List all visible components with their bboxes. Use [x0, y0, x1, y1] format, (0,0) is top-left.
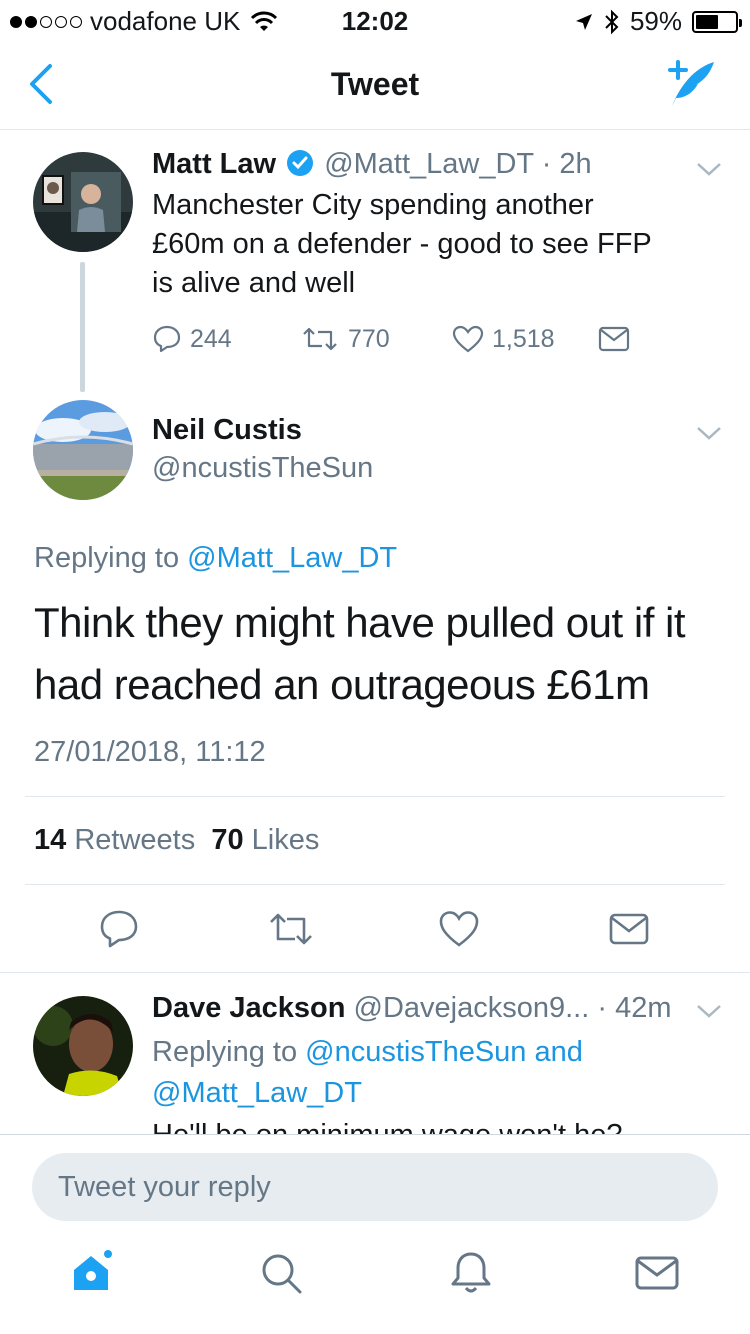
tweet-stats: 14 Retweets 70 Likes [34, 824, 319, 857]
likes-label: Likes [251, 824, 320, 856]
retweets-label: Retweets [74, 824, 196, 856]
author-name[interactable]: Dave Jackson [152, 992, 345, 1024]
retweet-count: 770 [348, 324, 390, 353]
replying-and: and [526, 1036, 583, 1068]
retweet-icon [303, 327, 337, 351]
location-arrow-icon [575, 13, 592, 30]
tab-bar [0, 1240, 750, 1334]
mention-link[interactable]: @Matt_Law_DT [187, 542, 397, 574]
retweets-stat[interactable]: 14 Retweets [34, 824, 195, 856]
author-handle[interactable]: @Matt_Law_DT [324, 148, 533, 180]
reply-count: 244 [190, 324, 232, 353]
bluetooth-icon [605, 9, 619, 34]
home-icon[interactable] [68, 1250, 114, 1296]
avatar-neil-custis[interactable] [33, 400, 133, 500]
reply-tweet-header: Dave Jackson @Davejackson9... · 42m [152, 992, 672, 1025]
navigation-bar: Tweet [0, 40, 750, 130]
main-tweet-text: Think they might have pulled out if it h… [34, 599, 686, 708]
avatar-image [33, 996, 133, 1096]
reply-icon[interactable] [98, 908, 140, 950]
avatar-dave-jackson[interactable] [33, 996, 133, 1096]
reply-tweet-replying-to: Replying to @ncustisTheSun and @Matt_Law… [152, 1032, 712, 1114]
likes-count: 70 [211, 824, 244, 856]
battery-icon [692, 10, 742, 33]
tweet-timestamp: 27/01/2018, 11:12 [34, 736, 266, 768]
main-tweet-name-row: Neil Custis [152, 414, 302, 447]
tweet-text-line: Manchester City spending another [152, 189, 594, 221]
author-handle[interactable]: @ncustisTheSun [152, 452, 373, 484]
main-tweet-actions [0, 900, 750, 960]
parent-tweet-header: Matt Law @Matt_Law_DT · 2h [152, 148, 592, 181]
divider [25, 884, 725, 885]
heart-icon [452, 325, 484, 353]
chevron-down-icon[interactable] [694, 160, 724, 180]
divider [0, 972, 750, 973]
tweet-text-line: is alive and well [152, 267, 356, 299]
parent-tweet-text: Manchester City spending another £60m on… [152, 186, 712, 303]
parent-tweet-actions: 244 770 1,518 [152, 322, 652, 362]
status-right: 59% [574, 6, 742, 37]
status-bar: vodafone UK 12:02 59% [0, 0, 750, 40]
retweets-count: 14 [34, 824, 67, 856]
retweet-icon[interactable] [266, 908, 316, 950]
avatar-matt-law[interactable] [33, 152, 133, 252]
search-icon[interactable] [258, 1250, 304, 1296]
replying-to-line: Replying to @Matt_Law_DT [34, 542, 397, 575]
tweet-time: · 42m [597, 992, 672, 1024]
direct-message-button[interactable] [598, 326, 630, 352]
reply-icon [153, 325, 181, 353]
chevron-down-icon[interactable] [694, 1002, 724, 1022]
verified-badge-icon [287, 150, 314, 176]
tweet-text-line: £60m on a defender - good to see FFP [152, 228, 652, 260]
tweet-reply-input[interactable] [32, 1153, 718, 1221]
messages-envelope-icon[interactable] [634, 1250, 680, 1296]
main-tweet-handle-row: @ncustisTheSun [152, 452, 373, 485]
envelope-icon[interactable] [608, 908, 650, 950]
envelope-icon [598, 326, 630, 352]
tweet-time: · 2h [541, 148, 592, 180]
replying-to-label: Replying to [152, 1036, 306, 1068]
author-name[interactable]: Matt Law [152, 148, 276, 180]
like-count: 1,518 [492, 324, 555, 353]
heart-icon[interactable] [438, 908, 480, 950]
author-name[interactable]: Neil Custis [152, 414, 302, 446]
mention-link[interactable]: @Matt_Law_DT [152, 1077, 362, 1109]
divider [25, 796, 725, 797]
thread-connector-line [80, 262, 85, 392]
replying-to-label: Replying to [34, 542, 188, 574]
likes-stat[interactable]: 70 Likes [211, 824, 319, 856]
battery-percentage: 59% [629, 6, 682, 36]
reply-button[interactable]: 244 [152, 324, 232, 354]
author-handle[interactable]: @Davejackson9... [354, 992, 590, 1024]
page-title: Tweet [330, 66, 420, 102]
like-button[interactable]: 1,518 [452, 324, 555, 354]
avatar-image [33, 400, 133, 500]
mention-link[interactable]: @ncustisTheSun [305, 1036, 526, 1068]
compose-tweet-icon[interactable] [664, 56, 720, 112]
notifications-bell-icon[interactable] [448, 1250, 494, 1296]
avatar-image [33, 152, 133, 252]
retweet-button[interactable]: 770 [300, 324, 390, 354]
chevron-down-icon[interactable] [694, 424, 724, 444]
